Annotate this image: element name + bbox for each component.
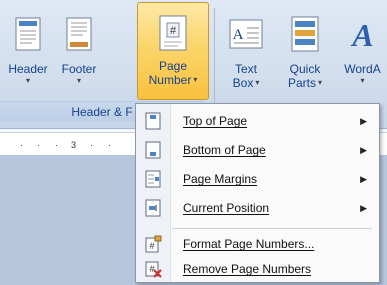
menu-item-label: Current Position xyxy=(183,201,270,215)
page-number-button[interactable]: # Page Number ▾ xyxy=(137,2,209,100)
chevron-down-icon: ▾ xyxy=(360,76,365,85)
chevron-down-icon: ▾ xyxy=(255,78,260,87)
menu-item-current-position[interactable]: Current Position ▶ xyxy=(136,195,379,221)
page-number-label-line1: Page xyxy=(158,59,188,73)
svg-text:#: # xyxy=(149,241,154,251)
current-position-icon xyxy=(136,199,170,217)
header-button-label: Header xyxy=(8,62,48,76)
quick-parts-label-line1: Quick xyxy=(289,62,321,76)
bottom-of-page-icon xyxy=(136,141,170,159)
footer-icon xyxy=(66,14,92,54)
remove-page-numbers-icon: # xyxy=(136,260,170,278)
menu-item-label: Page Margins xyxy=(183,172,258,186)
text-box-icon: A xyxy=(229,14,263,54)
wordart-button[interactable]: A WordA ▾ xyxy=(338,4,387,100)
group-separator xyxy=(214,8,215,118)
text-box-label-line1: Text xyxy=(234,62,257,76)
page-number-label-line2: Number xyxy=(148,73,192,87)
menu-item-label: Format Page Numbers... xyxy=(183,237,315,251)
chevron-down-icon: ▾ xyxy=(318,78,323,87)
page-number-menu: Top of Page ▶ Bottom of Page ▶ Page Marg… xyxy=(135,103,380,283)
submenu-arrow-icon: ▶ xyxy=(360,202,367,213)
menu-divider xyxy=(172,228,372,229)
wordart-label: WordA xyxy=(344,62,381,76)
menu-item-label: Top of Page xyxy=(183,114,248,128)
ruler-mark: · xyxy=(55,140,58,150)
menu-item-format-page-numbers[interactable]: # Format Page Numbers... xyxy=(136,231,379,257)
menu-item-label: Bottom of Page xyxy=(183,143,266,157)
submenu-arrow-icon: ▶ xyxy=(360,144,367,155)
menu-item-remove-page-numbers[interactable]: # Remove Page Numbers xyxy=(136,256,379,282)
chevron-down-icon: ▾ xyxy=(76,76,81,85)
ruler-mark: · xyxy=(37,140,40,150)
menu-item-label: Remove Page Numbers xyxy=(183,262,312,276)
svg-text:A: A xyxy=(233,27,244,43)
top-of-page-icon xyxy=(136,112,170,130)
chevron-down-icon: ▾ xyxy=(25,76,30,85)
menu-item-top-of-page[interactable]: Top of Page ▶ xyxy=(136,108,379,134)
page-margins-icon xyxy=(136,170,170,188)
text-box-button[interactable]: A Text Box ▾ xyxy=(222,4,270,100)
menu-item-page-margins[interactable]: Page Margins ▶ xyxy=(136,166,379,192)
format-page-numbers-icon: # xyxy=(136,235,170,253)
page-number-icon: # xyxy=(159,13,187,53)
header-button[interactable]: Header ▾ xyxy=(4,4,52,100)
ruler-mark: · xyxy=(108,140,111,150)
wordart-icon: A xyxy=(346,14,380,54)
footer-button-label: Footer xyxy=(61,62,97,76)
footer-button[interactable]: Footer ▾ xyxy=(54,4,104,100)
svg-text:#: # xyxy=(149,264,154,274)
text-box-label-line2: Box xyxy=(232,76,254,90)
svg-text:#: # xyxy=(170,25,177,37)
quick-parts-button[interactable]: Quick Parts ▾ xyxy=(280,4,330,100)
menu-item-bottom-of-page[interactable]: Bottom of Page ▶ xyxy=(136,137,379,163)
ruler-mark: 3 xyxy=(71,140,77,150)
quick-parts-icon xyxy=(291,14,319,54)
submenu-arrow-icon: ▶ xyxy=(360,173,367,184)
ruler-mark: · xyxy=(20,140,23,150)
quick-parts-label-line2: Parts xyxy=(287,76,316,90)
header-icon xyxy=(15,14,41,54)
svg-text:A: A xyxy=(350,17,373,52)
chevron-down-icon: ▾ xyxy=(193,75,198,84)
submenu-arrow-icon: ▶ xyxy=(360,115,367,126)
ruler-mark: · xyxy=(90,140,93,150)
